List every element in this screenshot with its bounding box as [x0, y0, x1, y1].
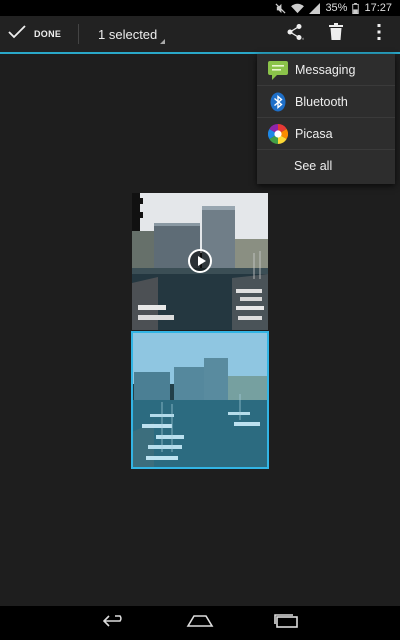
- messaging-icon: [267, 59, 289, 81]
- system-navigation-bar: [0, 606, 400, 640]
- video-thumbnail[interactable]: [132, 193, 268, 330]
- clock: 17:27: [364, 2, 392, 14]
- back-button[interactable]: [101, 612, 131, 634]
- share-menu: Messaging Bluetooth Picasa See all: [257, 54, 395, 184]
- play-icon[interactable]: [188, 249, 212, 273]
- share-option-picasa[interactable]: Picasa: [257, 118, 395, 150]
- recent-apps-icon: [274, 613, 298, 633]
- share-option-bluetooth[interactable]: Bluetooth: [257, 86, 395, 118]
- dropdown-indicator-icon: [160, 39, 166, 44]
- selection-highlight: [132, 332, 268, 468]
- battery-icon: [352, 2, 360, 14]
- overflow-menu-button[interactable]: [364, 16, 394, 52]
- mute-icon: [275, 2, 286, 14]
- contextual-action-bar: DONE 1 selected: [0, 16, 400, 54]
- bluetooth-icon: [267, 91, 289, 113]
- menu-item-label: Bluetooth: [295, 94, 348, 109]
- more-vert-icon: [377, 23, 381, 45]
- share-button[interactable]: [280, 16, 310, 52]
- menu-item-label: See all: [294, 159, 333, 173]
- picasa-icon: [267, 123, 289, 145]
- recent-apps-button[interactable]: [271, 612, 301, 634]
- signal-icon: [309, 2, 321, 14]
- divider: [78, 24, 79, 44]
- share-option-see-all[interactable]: See all: [257, 150, 395, 182]
- photo-thumbnail-selected[interactable]: [131, 331, 269, 469]
- delete-button[interactable]: [321, 16, 351, 52]
- home-icon: [186, 614, 214, 632]
- selection-dropdown[interactable]: 1 selected: [98, 16, 166, 52]
- menu-item-label: Messaging: [295, 62, 356, 77]
- share-option-messaging[interactable]: Messaging: [257, 54, 395, 86]
- menu-item-label: Picasa: [295, 126, 333, 141]
- checkmark-icon: [8, 24, 26, 44]
- trash-icon: [329, 23, 343, 45]
- wifi-icon: [291, 3, 305, 14]
- home-button[interactable]: [185, 612, 215, 634]
- back-icon: [102, 614, 129, 633]
- battery-percent: 35%: [325, 2, 348, 14]
- share-icon: [286, 23, 304, 46]
- status-bar: 35% 17:27: [0, 0, 400, 16]
- selection-count-label: 1 selected: [98, 26, 158, 42]
- done-button[interactable]: DONE: [8, 16, 61, 52]
- done-label: DONE: [34, 29, 62, 39]
